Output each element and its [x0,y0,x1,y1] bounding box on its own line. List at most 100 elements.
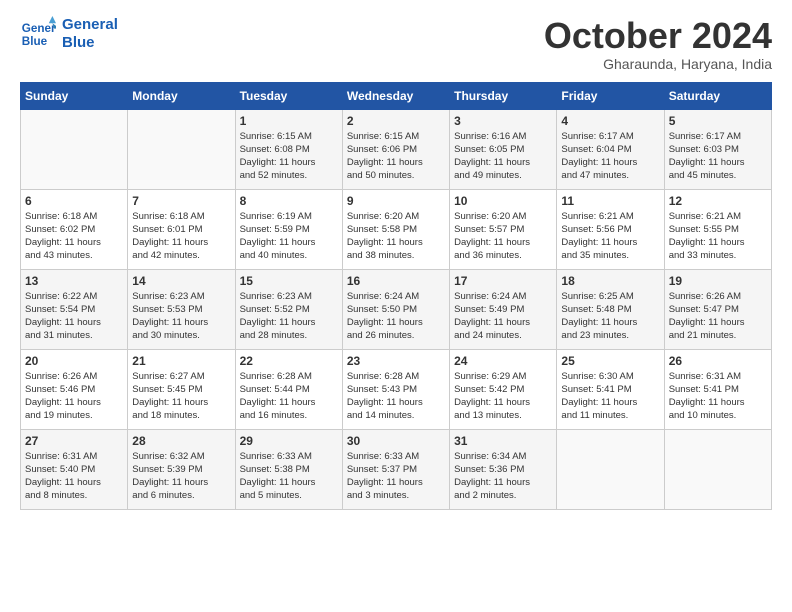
day-info: Sunrise: 6:16 AM Sunset: 6:05 PM Dayligh… [454,130,552,183]
svg-text:Blue: Blue [22,35,48,48]
day-cell: 26Sunrise: 6:31 AM Sunset: 5:41 PM Dayli… [664,349,771,429]
day-info: Sunrise: 6:31 AM Sunset: 5:40 PM Dayligh… [25,450,123,503]
day-cell: 30 Sunrise: 6:33 AM Sunset: 5:37 PM Dayli… [342,429,449,509]
day-number: 13 [25,274,123,288]
title-block: October 2024 Gharaunda, Haryana, India [544,16,772,72]
day-cell [128,109,235,189]
day-info: Sunrise: 6:21 AM Sunset: 5:55 PM Dayligh… [669,210,767,263]
day-cell: 2 Sunrise: 6:15 AM Sunset: 6:06 PM Daylig… [342,109,449,189]
day-cell: 1 Sunrise: 6:15 AM Sunset: 6:08 PM Daylig… [235,109,342,189]
day-info: Sunrise: 6:30 AM Sunset: 5:41 PM Dayligh… [561,370,659,423]
day-cell: 28Sunrise: 6:32 AM Sunset: 5:39 PM Dayli… [128,429,235,509]
day-info: Sunrise: 6:19 AM Sunset: 5:59 PM Dayligh… [240,210,338,263]
week-row-3: 13 Sunrise: 6:22 AM Sunset: 5:54 PM Dayli… [21,269,772,349]
day-info: Sunrise: 6:28 AM Sunset: 5:44 PM Dayligh… [240,370,338,423]
day-number: 22 [240,354,338,368]
day-number: 17 [454,274,552,288]
day-cell: 14Sunrise: 6:23 AM Sunset: 5:53 PM Dayli… [128,269,235,349]
day-number: 21 [132,354,230,368]
day-info: Sunrise: 6:20 AM Sunset: 5:57 PM Dayligh… [454,210,552,263]
day-cell: 10 Sunrise: 6:20 AM Sunset: 5:57 PM Dayli… [450,189,557,269]
day-cell: 11Sunrise: 6:21 AM Sunset: 5:56 PM Dayli… [557,189,664,269]
day-cell [557,429,664,509]
header-saturday: Saturday [664,82,771,109]
day-cell: 3 Sunrise: 6:16 AM Sunset: 6:05 PM Daylig… [450,109,557,189]
header-wednesday: Wednesday [342,82,449,109]
logo-text-line2: Blue [62,34,118,52]
day-cell: 18Sunrise: 6:25 AM Sunset: 5:48 PM Dayli… [557,269,664,349]
day-number: 3 [454,114,552,128]
day-number: 24 [454,354,552,368]
day-cell: 27 Sunrise: 6:31 AM Sunset: 5:40 PM Dayli… [21,429,128,509]
day-number: 29 [240,434,338,448]
day-info: Sunrise: 6:27 AM Sunset: 5:45 PM Dayligh… [132,370,230,423]
day-number: 8 [240,194,338,208]
day-cell: 22 Sunrise: 6:28 AM Sunset: 5:44 PM Dayli… [235,349,342,429]
day-info: Sunrise: 6:23 AM Sunset: 5:52 PM Dayligh… [240,290,338,343]
day-cell: 8 Sunrise: 6:19 AM Sunset: 5:59 PM Daylig… [235,189,342,269]
day-cell [664,429,771,509]
day-info: Sunrise: 6:18 AM Sunset: 6:01 PM Dayligh… [132,210,230,263]
calendar-body: 1 Sunrise: 6:15 AM Sunset: 6:08 PM Daylig… [21,109,772,509]
day-info: Sunrise: 6:28 AM Sunset: 5:43 PM Dayligh… [347,370,445,423]
day-number: 2 [347,114,445,128]
day-cell: 24 Sunrise: 6:29 AM Sunset: 5:42 PM Dayli… [450,349,557,429]
day-number: 5 [669,114,767,128]
day-number: 10 [454,194,552,208]
header-sunday: Sunday [21,82,128,109]
header-tuesday: Tuesday [235,82,342,109]
calendar-subtitle: Gharaunda, Haryana, India [544,56,772,72]
day-number: 25 [561,354,659,368]
day-cell: 9 Sunrise: 6:20 AM Sunset: 5:58 PM Daylig… [342,189,449,269]
day-number: 9 [347,194,445,208]
day-info: Sunrise: 6:23 AM Sunset: 5:53 PM Dayligh… [132,290,230,343]
day-cell: 21 Sunrise: 6:27 AM Sunset: 5:45 PM Dayli… [128,349,235,429]
day-info: Sunrise: 6:20 AM Sunset: 5:58 PM Dayligh… [347,210,445,263]
svg-text:General: General [22,22,56,35]
calendar-title: October 2024 [544,16,772,56]
day-info: Sunrise: 6:18 AM Sunset: 6:02 PM Dayligh… [25,210,123,263]
day-info: Sunrise: 6:26 AM Sunset: 5:47 PM Dayligh… [669,290,767,343]
day-info: Sunrise: 6:24 AM Sunset: 5:49 PM Dayligh… [454,290,552,343]
week-row-5: 27 Sunrise: 6:31 AM Sunset: 5:40 PM Dayli… [21,429,772,509]
day-info: Sunrise: 6:26 AM Sunset: 5:46 PM Dayligh… [25,370,123,423]
day-info: Sunrise: 6:33 AM Sunset: 5:37 PM Dayligh… [347,450,445,503]
day-info: Sunrise: 6:15 AM Sunset: 6:08 PM Dayligh… [240,130,338,183]
day-cell: 17 Sunrise: 6:24 AM Sunset: 5:49 PM Dayli… [450,269,557,349]
day-info: Sunrise: 6:33 AM Sunset: 5:38 PM Dayligh… [240,450,338,503]
day-info: Sunrise: 6:15 AM Sunset: 6:06 PM Dayligh… [347,130,445,183]
day-cell: 29 Sunrise: 6:33 AM Sunset: 5:38 PM Dayli… [235,429,342,509]
day-number: 18 [561,274,659,288]
day-number: 4 [561,114,659,128]
day-cell: 7 Sunrise: 6:18 AM Sunset: 6:01 PM Daylig… [128,189,235,269]
day-cell: 20 Sunrise: 6:26 AM Sunset: 5:46 PM Dayli… [21,349,128,429]
header-friday: Friday [557,82,664,109]
day-number: 23 [347,354,445,368]
day-cell: 19Sunrise: 6:26 AM Sunset: 5:47 PM Dayli… [664,269,771,349]
day-info: Sunrise: 6:22 AM Sunset: 5:54 PM Dayligh… [25,290,123,343]
day-number: 27 [25,434,123,448]
day-number: 30 [347,434,445,448]
week-row-1: 1 Sunrise: 6:15 AM Sunset: 6:08 PM Daylig… [21,109,772,189]
day-number: 31 [454,434,552,448]
header-row: Sunday Monday Tuesday Wednesday Thursday… [21,82,772,109]
logo-icon: General Blue [20,16,56,52]
day-cell: 23 Sunrise: 6:28 AM Sunset: 5:43 PM Dayli… [342,349,449,429]
day-info: Sunrise: 6:17 AM Sunset: 6:03 PM Dayligh… [669,130,767,183]
header-monday: Monday [128,82,235,109]
day-number: 1 [240,114,338,128]
day-number: 20 [25,354,123,368]
day-number: 7 [132,194,230,208]
day-info: Sunrise: 6:34 AM Sunset: 5:36 PM Dayligh… [454,450,552,503]
day-info: Sunrise: 6:32 AM Sunset: 5:39 PM Dayligh… [132,450,230,503]
day-cell: 15Sunrise: 6:23 AM Sunset: 5:52 PM Dayli… [235,269,342,349]
day-info: Sunrise: 6:17 AM Sunset: 6:04 PM Dayligh… [561,130,659,183]
day-info: Sunrise: 6:29 AM Sunset: 5:42 PM Dayligh… [454,370,552,423]
day-cell: 4 Sunrise: 6:17 AM Sunset: 6:04 PM Daylig… [557,109,664,189]
header-thursday: Thursday [450,82,557,109]
logo-text-line1: General [62,16,118,34]
day-number: 12 [669,194,767,208]
day-cell: 5 Sunrise: 6:17 AM Sunset: 6:03 PM Daylig… [664,109,771,189]
day-cell [21,109,128,189]
day-info: Sunrise: 6:21 AM Sunset: 5:56 PM Dayligh… [561,210,659,263]
